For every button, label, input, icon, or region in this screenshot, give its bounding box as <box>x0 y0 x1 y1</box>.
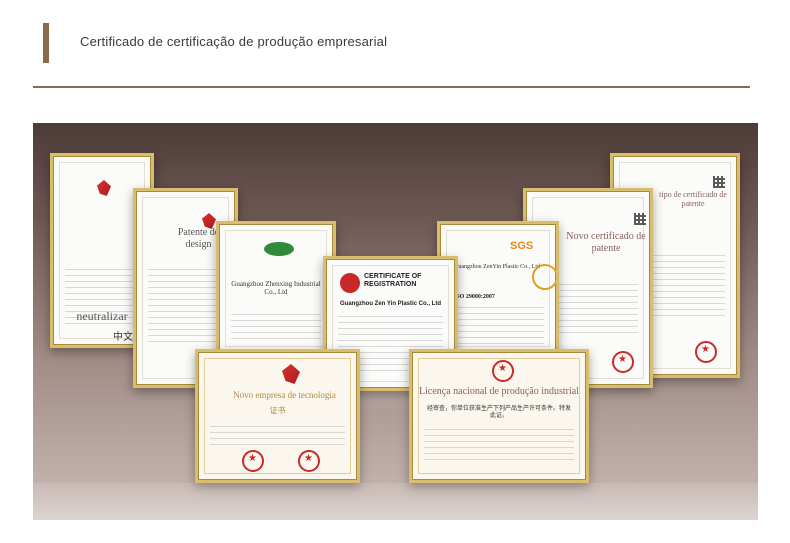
certificate-zhenxing: Guangzhou Zhenxing Industrial Co., Ltd <box>216 221 336 356</box>
certificate-iso: ISO 29000:2007 <box>454 294 495 300</box>
title-accent-bar <box>43 23 49 63</box>
certificate-sub: 经审查，你单位获准生产下列产品生产许可条件。特发此证。 <box>426 406 571 419</box>
floor-reflection <box>33 483 758 520</box>
certificate-company: Guangzhou Zen Yin Plastic Co., Ltd <box>340 301 442 307</box>
sgs-logo: SGS <box>510 240 534 252</box>
certificate-sub: 证书 <box>269 406 286 415</box>
certificate-empresa-tecnologia: Novo empresa de tecnologia 证书 <box>195 349 360 483</box>
certificate-label: Novo certificado de patente <box>566 231 646 254</box>
certificate-showcase-image: neutralizar 中文 Patente de design Guangzh… <box>33 123 758 520</box>
page-title: Certificado de certificação de produção … <box>80 34 388 49</box>
certificate-label: Guangzhou Zhenxing Industrial Co., Ltd <box>231 280 321 297</box>
certificate-label: Licença nacional de produção industrial <box>419 386 579 397</box>
header-divider <box>33 86 750 88</box>
certificate-licenca-nacional: Licença nacional de produção industrial … <box>409 349 589 483</box>
certificate-label: CERTIFICATE OF REGISTRATION <box>364 273 422 289</box>
certificate-label: tipo de certificado de patente <box>659 190 727 209</box>
page-header: Certificado de certificação de produção … <box>0 0 790 90</box>
certificate-signature: 中文 <box>113 332 133 343</box>
certificate-label: Novo empresa de tecnologia <box>233 390 336 400</box>
